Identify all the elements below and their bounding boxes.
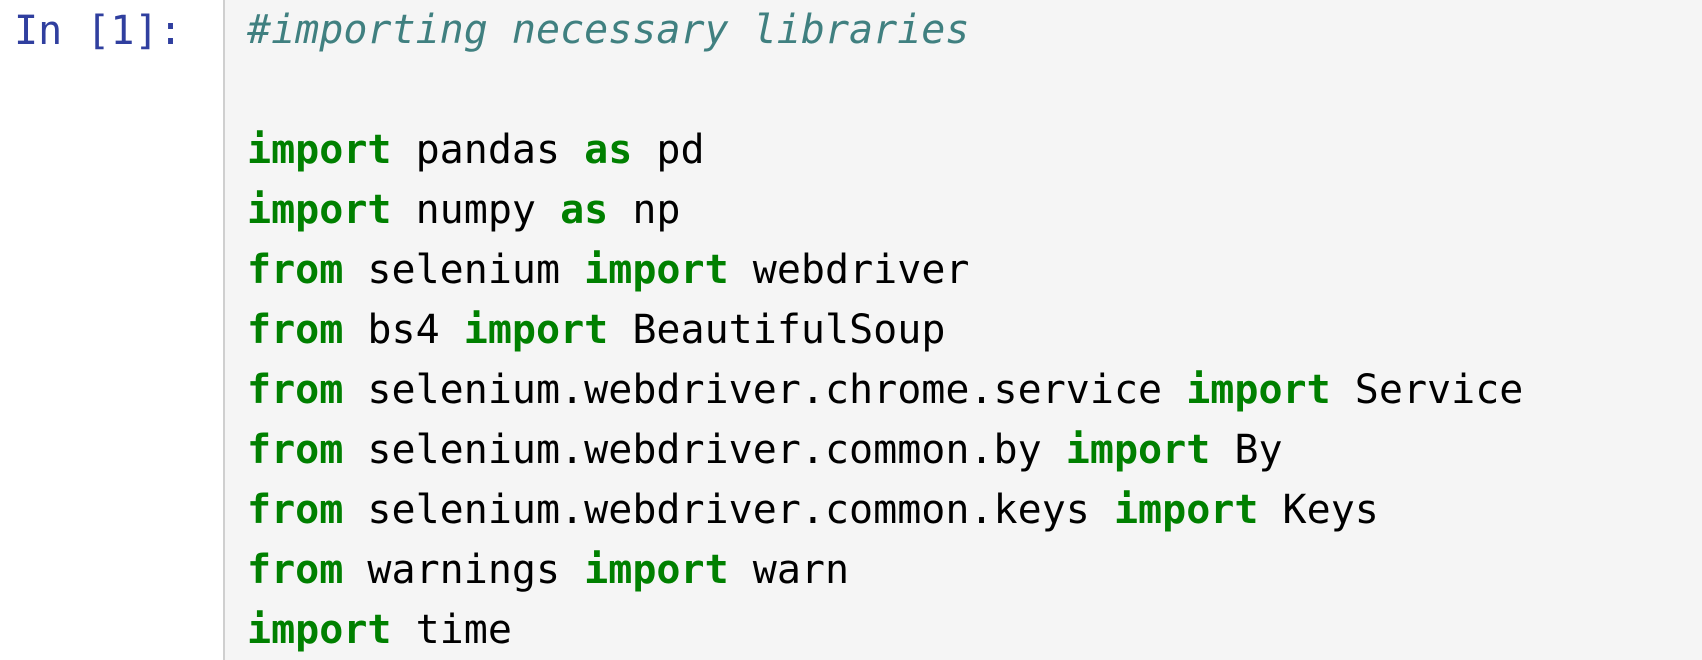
- code-text: warnings: [343, 547, 585, 593]
- code-line: import numpy as np: [247, 180, 1523, 240]
- code-text: warn: [728, 547, 850, 593]
- notebook-code-cell: In [1]: #importing necessary libraries im…: [0, 0, 1702, 660]
- cell-input-editor[interactable]: #importing necessary libraries import pan…: [223, 0, 1702, 660]
- code-text: numpy: [391, 187, 561, 233]
- code-keyword: import: [247, 187, 392, 233]
- code-keyword: import: [463, 307, 609, 353]
- code-keyword: import: [247, 607, 392, 653]
- code-text: selenium.webdriver.common.by: [343, 427, 1066, 473]
- code-line: from selenium.webdriver.chrome.service i…: [247, 360, 1523, 420]
- code-text: Keys: [1258, 487, 1379, 533]
- code-keyword: from: [247, 487, 344, 533]
- code-text: webdriver: [728, 247, 970, 293]
- code-line: import time: [247, 600, 1523, 660]
- code-block: #importing necessary libraries import pan…: [247, 0, 1523, 660]
- code-line: import pandas as pd: [247, 120, 1523, 180]
- code-text: selenium: [343, 247, 585, 293]
- code-keyword: from: [247, 547, 344, 593]
- code-text: time: [391, 607, 512, 653]
- code-text: bs4: [343, 307, 464, 353]
- code-text: BeautifulSoup: [608, 307, 946, 353]
- code-keyword: import: [1186, 367, 1331, 413]
- code-line: from selenium.webdriver.common.by import…: [247, 420, 1523, 480]
- code-keyword: from: [247, 367, 344, 413]
- code-text: pd: [632, 127, 705, 173]
- code-keyword: import: [584, 247, 729, 293]
- code-comment: #importing necessary libraries: [247, 7, 970, 53]
- code-text: Service: [1330, 367, 1524, 413]
- code-line: from selenium import webdriver: [247, 240, 1523, 300]
- code-keyword: import: [1113, 487, 1259, 533]
- code-text: np: [608, 187, 681, 233]
- code-keyword: import: [247, 127, 392, 173]
- code-text: selenium.webdriver.common.keys: [343, 487, 1114, 533]
- cell-prompt: In [1]:: [14, 8, 183, 54]
- code-keyword: import: [1065, 427, 1211, 473]
- code-keyword: from: [247, 307, 344, 353]
- code-line: #importing necessary libraries: [247, 0, 1523, 60]
- code-text: pandas: [391, 127, 585, 173]
- code-keyword: as: [560, 187, 609, 233]
- code-text: selenium.webdriver.chrome.service: [343, 367, 1187, 413]
- code-line: from selenium.webdriver.common.keys impo…: [247, 480, 1523, 540]
- code-text: By: [1210, 427, 1283, 473]
- code-line: from warnings import warn: [247, 540, 1523, 600]
- code-keyword: from: [247, 247, 344, 293]
- code-keyword: from: [247, 427, 344, 473]
- code-keyword: as: [584, 127, 633, 173]
- code-line: from bs4 import BeautifulSoup: [247, 300, 1523, 360]
- code-keyword: import: [584, 547, 729, 593]
